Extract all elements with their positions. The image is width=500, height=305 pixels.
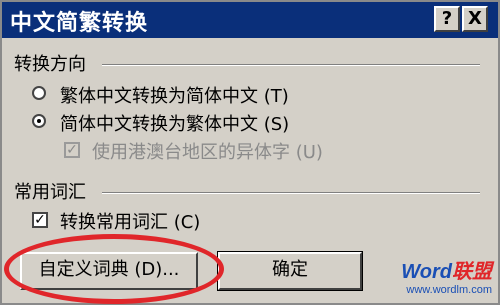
chinese-conversion-dialog: 中文简繁转换 ? X 转换方向 繁体中文转换为简体中文 (T) 简体中文转换为繁…: [0, 0, 500, 305]
close-icon: X: [468, 8, 482, 29]
watermark-title: Word联盟: [401, 261, 492, 283]
watermark-url: www.wordlm.com: [406, 284, 492, 296]
radio-simplified-to-traditional-label: 简体中文转换为繁体中文 (S): [60, 114, 290, 135]
vocab-group-title: 常用词汇: [14, 178, 92, 204]
watermark-logo: Word联盟 www.wordlm.com: [374, 255, 492, 299]
help-button[interactable]: ?: [434, 6, 460, 32]
dialog-title: 中文简繁转换: [10, 11, 149, 36]
close-button[interactable]: X: [462, 6, 488, 32]
vocab-group-line: [102, 192, 480, 194]
checkbox-checked[interactable]: ✓: [32, 212, 48, 228]
checkbox-checked-disabled[interactable]: ✓: [64, 142, 80, 158]
radio-button-unselected[interactable]: [32, 86, 46, 100]
convert-common-words-label: 转换常用词汇 (C): [60, 212, 201, 233]
title-bar: 中文简繁转换 ? X: [2, 2, 498, 38]
direction-group-title: 转换方向: [14, 50, 92, 76]
ok-button[interactable]: 确定: [217, 251, 363, 291]
direction-group-line: [102, 64, 480, 66]
custom-dictionary-button[interactable]: 自定义词典 (D)...: [20, 252, 198, 290]
variant-characters-label: 使用港澳台地区的异体字 (U): [92, 142, 323, 163]
radio-button-selected[interactable]: [32, 114, 46, 128]
radio-traditional-to-simplified-label: 繁体中文转换为简体中文 (T): [60, 86, 289, 107]
help-icon: ?: [441, 8, 453, 29]
